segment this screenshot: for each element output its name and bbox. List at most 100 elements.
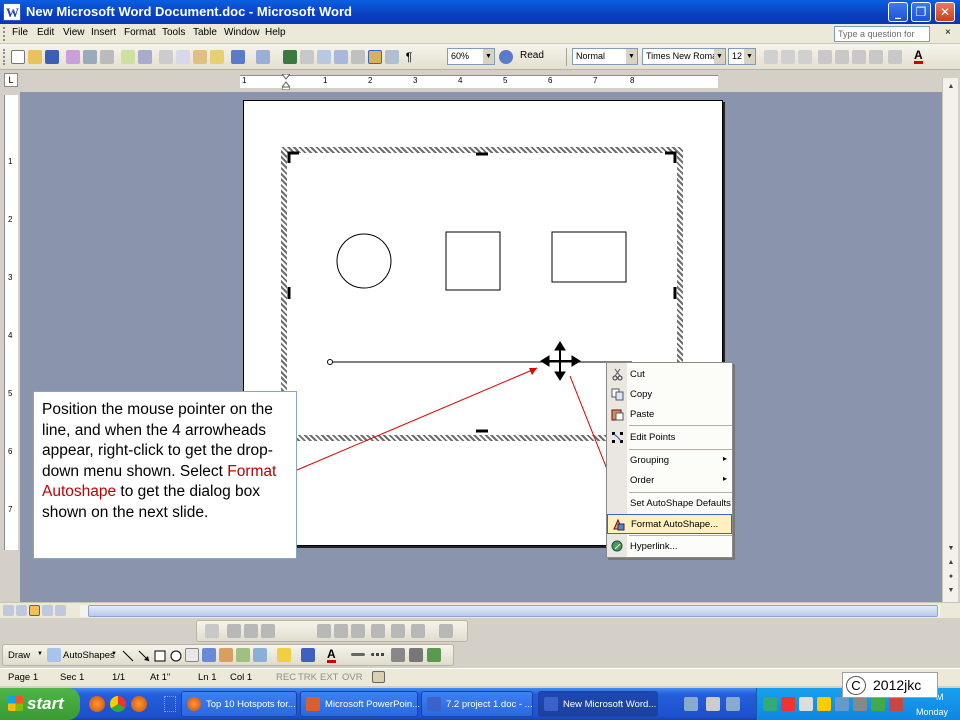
status-ext[interactable]: EXT — [320, 672, 338, 683]
move-pointer-icon — [540, 341, 581, 381]
clip-art-icon[interactable] — [236, 648, 250, 662]
powerpoint-icon — [306, 697, 320, 711]
task-label: New Microsoft Word... — [563, 699, 657, 710]
menu-item-label: Hyperlink... — [630, 541, 678, 552]
chrome-icon[interactable] — [110, 696, 126, 712]
status-bar: Page 1 Sec 1 1/1 At 1" Ln 1 Col 1 REC TR… — [0, 668, 960, 686]
fill-color-icon[interactable] — [277, 648, 291, 662]
menu-item-label: Cut — [630, 369, 645, 380]
menu-item-copy[interactable]: Copy — [607, 385, 732, 405]
line-style-icon[interactable] — [334, 624, 348, 638]
corner-handle — [287, 151, 299, 163]
text-wrapping-icon[interactable] — [261, 624, 275, 638]
normal-view-icon[interactable] — [3, 605, 14, 616]
quicklaunch-divider — [164, 696, 176, 712]
rotate-icon[interactable] — [371, 624, 385, 638]
task-button-word-new[interactable]: New Microsoft Word... — [538, 691, 658, 717]
security-icon[interactable] — [781, 697, 795, 711]
firefox-icon[interactable] — [89, 696, 105, 712]
line-tool-icon[interactable] — [121, 649, 135, 663]
keyboard-icon[interactable] — [706, 697, 720, 711]
network-icon[interactable] — [763, 697, 777, 711]
reading-layout-icon[interactable] — [55, 605, 66, 616]
shadow-style-icon[interactable] — [409, 648, 423, 662]
expand-canvas-icon[interactable] — [227, 624, 241, 638]
select-objects-icon[interactable] — [47, 648, 61, 662]
outline-view-icon[interactable] — [42, 605, 53, 616]
status-rec[interactable]: REC — [276, 672, 296, 683]
fit-canvas-icon[interactable] — [205, 624, 219, 638]
compress-icon[interactable] — [351, 624, 365, 638]
menu-item-cut[interactable]: Cut — [607, 365, 732, 385]
crop-icon[interactable] — [317, 624, 331, 638]
pen-icon[interactable] — [684, 697, 698, 711]
status-ovr[interactable]: OVR — [342, 672, 363, 683]
menu-item-format-autoshape[interactable]: Format AutoShape... — [607, 514, 732, 534]
battery-icon[interactable] — [871, 697, 885, 711]
tablet-icon[interactable] — [726, 697, 740, 711]
task-label: 7.2 project 1.doc - ... — [446, 699, 533, 710]
clock-day: Monday — [916, 707, 949, 717]
autoshapes-menu-button[interactable]: AutoShapes — [63, 650, 115, 661]
menu-item-label: Set AutoShape Defaults — [630, 498, 731, 509]
print-layout-icon[interactable] — [29, 605, 40, 616]
task-button-powerpoint[interactable]: Microsoft PowerPoin... — [300, 691, 421, 717]
set-transparent-icon[interactable] — [411, 624, 425, 638]
menu-item-hyperlink[interactable]: Hyperlink... — [607, 537, 732, 557]
menu-item-grouping[interactable]: Grouping ▸ — [607, 451, 732, 471]
scroll-thumb[interactable] — [88, 605, 938, 617]
menu-item-set-autoshape-defaults[interactable]: Set AutoShape Defaults — [607, 494, 732, 514]
rectangle-shape[interactable] — [551, 231, 627, 283]
text-box-icon[interactable] — [185, 648, 199, 662]
volume-icon[interactable] — [799, 697, 813, 711]
line-color-icon[interactable] — [301, 648, 315, 662]
task-label: Microsoft PowerPoin... — [325, 699, 421, 710]
copy-icon — [611, 388, 624, 401]
display-icon[interactable] — [835, 697, 849, 711]
scissors-icon — [611, 368, 624, 381]
firefox-quicklaunch-icon[interactable] — [131, 696, 147, 712]
spelling-status-icon[interactable] — [372, 671, 385, 683]
arrow-style-icon[interactable] — [391, 648, 405, 662]
font-color-icon[interactable]: A — [327, 648, 336, 663]
dash-style-icon[interactable] — [371, 653, 385, 656]
task-button-firefox[interactable]: Top 10 Hotspots for... — [181, 691, 297, 717]
draw-menu-button[interactable]: Draw — [8, 650, 30, 661]
square-shape[interactable] — [445, 231, 501, 291]
status-pages: 1/1 — [112, 672, 126, 683]
menu-item-order[interactable]: Order ▸ — [607, 471, 732, 491]
update-icon[interactable] — [817, 697, 831, 711]
status-trk[interactable]: TRK — [298, 672, 317, 683]
line-style-icon[interactable] — [351, 653, 365, 656]
rectangle-tool-icon[interactable] — [153, 649, 167, 663]
menu-separator — [629, 535, 732, 536]
antivirus-icon[interactable] — [889, 697, 903, 711]
scale-drawing-icon[interactable] — [244, 624, 258, 638]
menu-item-label: Copy — [630, 389, 653, 400]
arrow-tool-icon[interactable] — [137, 649, 151, 663]
start-button[interactable]: start — [0, 688, 80, 720]
oval-tool-icon[interactable] — [169, 649, 183, 663]
insert-picture-icon[interactable] — [253, 648, 267, 662]
reset-picture-icon[interactable] — [439, 624, 453, 638]
chevron-down-icon: ▼ — [111, 651, 117, 657]
task-button-word-project[interactable]: 7.2 project 1.doc - ... — [421, 691, 533, 717]
3d-style-icon[interactable] — [427, 648, 441, 662]
firefox-icon — [187, 697, 201, 711]
web-layout-icon[interactable] — [16, 605, 27, 616]
wordart-icon[interactable] — [202, 648, 216, 662]
diagram-icon[interactable] — [219, 648, 233, 662]
menu-item-label: Order — [630, 475, 655, 486]
line-endpoint-handle[interactable] — [327, 359, 333, 365]
status-section: Sec 1 — [60, 672, 85, 683]
pointer-arrow-head — [529, 368, 537, 375]
circle-shape[interactable] — [336, 233, 392, 289]
power-icon[interactable] — [853, 697, 867, 711]
menu-item-edit-points[interactable]: Edit Points — [607, 428, 732, 448]
task-label: Top 10 Hotspots for... — [206, 699, 296, 710]
format-picture-icon[interactable] — [391, 624, 405, 638]
menu-item-paste[interactable]: Paste — [607, 405, 732, 425]
menu-item-label: Paste — [630, 409, 655, 420]
menu-item-label: Edit Points — [630, 432, 676, 443]
drawing-canvas-toolbar — [196, 620, 468, 642]
